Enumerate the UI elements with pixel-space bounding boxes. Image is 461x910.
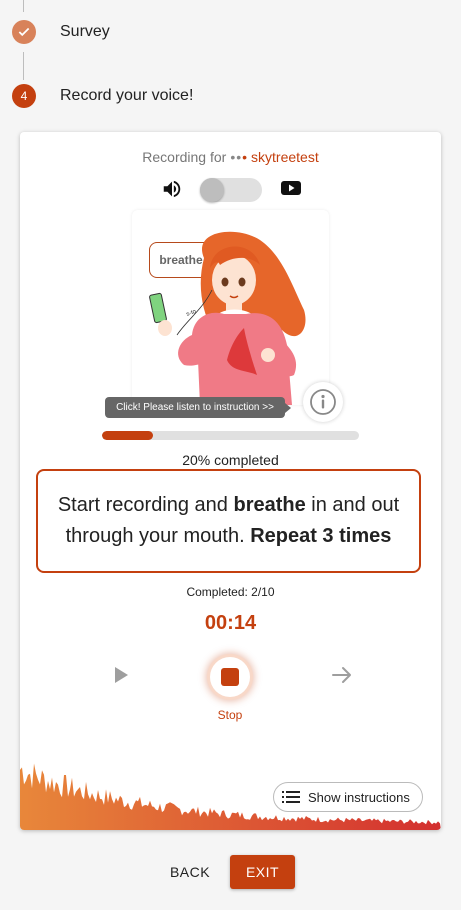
- progress-text: 20% completed: [182, 452, 279, 468]
- girl-illustration: s-to: [149, 231, 306, 405]
- back-button[interactable]: BACK: [160, 855, 220, 889]
- completed-count: Completed: 2/10: [186, 585, 275, 599]
- stop-button[interactable]: [210, 657, 250, 697]
- more-dots-icon: •••: [230, 149, 249, 165]
- sound-toggle[interactable]: [200, 178, 262, 202]
- step-number: 4: [20, 89, 28, 103]
- listen-tooltip: Click! Please listen to instruction >>: [105, 397, 291, 418]
- step-survey-completed: [12, 20, 36, 44]
- toggle-thumb[interactable]: [200, 178, 224, 202]
- stop-label: Stop: [217, 708, 243, 722]
- recording-timer: 00:14: [204, 612, 257, 634]
- exit-button[interactable]: EXIT: [230, 855, 295, 889]
- instruction-bold2: Repeat 3 times: [250, 525, 392, 547]
- instruction-part1: Start recording and: [57, 494, 234, 516]
- progress-fill: [102, 431, 154, 440]
- next-arrow-icon[interactable]: [330, 663, 354, 687]
- show-instructions-button[interactable]: Show instructions: [273, 782, 423, 812]
- breathing-illustration: breathe s-to: [132, 210, 329, 405]
- stepper-connector-top: [23, 0, 24, 12]
- info-button[interactable]: [303, 382, 343, 422]
- check-icon: [18, 27, 30, 37]
- stepper-connector: [23, 52, 24, 80]
- step-number-active: 4: [12, 84, 36, 108]
- info-icon: [310, 389, 336, 415]
- stop-icon: [221, 668, 239, 686]
- play-icon[interactable]: [111, 665, 131, 685]
- username: skytreetest: [251, 149, 319, 165]
- recording-for: Recording for ••• skytreetest: [20, 149, 441, 165]
- show-instructions-label: Show instructions: [308, 789, 410, 805]
- step-label-survey: Survey: [60, 23, 110, 40]
- recording-for-label: Recording for: [142, 149, 227, 165]
- svg-text:s-to: s-to: [186, 309, 198, 318]
- progress-bar: [102, 431, 359, 440]
- youtube-icon[interactable]: [281, 180, 301, 196]
- recording-card: Recording for ••• skytreetest breathe s-…: [20, 132, 441, 830]
- instruction-box: Start recording and breathe in and out t…: [36, 469, 421, 573]
- step-label-record: Record your voice!: [60, 87, 194, 104]
- instruction-bold1: breathe: [233, 494, 306, 516]
- list-icon: [282, 791, 300, 803]
- speaker-icon[interactable]: [161, 178, 183, 200]
- instruction-text: Start recording and breathe in and out t…: [52, 490, 405, 552]
